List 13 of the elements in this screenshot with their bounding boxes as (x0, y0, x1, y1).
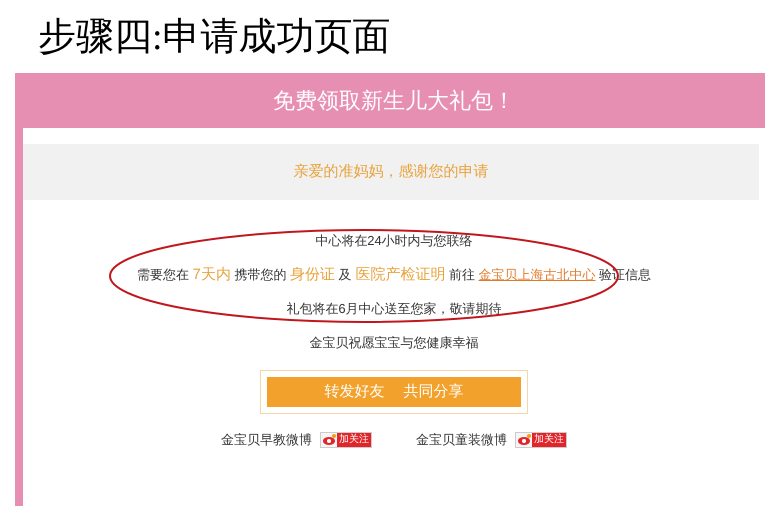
weibo-label: 金宝贝童装微博 (416, 431, 507, 449)
info-text: 中心将在24小时内与您联络 (315, 232, 473, 250)
follow-button[interactable]: 加关注 (320, 432, 372, 448)
follow-button[interactable]: 加关注 (515, 432, 567, 448)
banner: 免费领取新生儿大礼包！ (23, 73, 765, 128)
thanks-bar: 亲爱的准妈妈，感谢您的申请 (23, 144, 759, 200)
eye-icon (516, 432, 532, 447)
info-text: 金宝贝祝愿宝宝与您健康幸福 (310, 334, 478, 352)
slide-title: 步骤四:申请成功页面 (37, 15, 392, 60)
eye-icon (321, 432, 337, 447)
info-text: 礼包将在6月中心送至您家，敬请期待 (286, 300, 502, 318)
weibo-label: 金宝贝早教微博 (221, 431, 312, 449)
center-link[interactable]: 金宝贝上海古北中心 (478, 267, 596, 282)
